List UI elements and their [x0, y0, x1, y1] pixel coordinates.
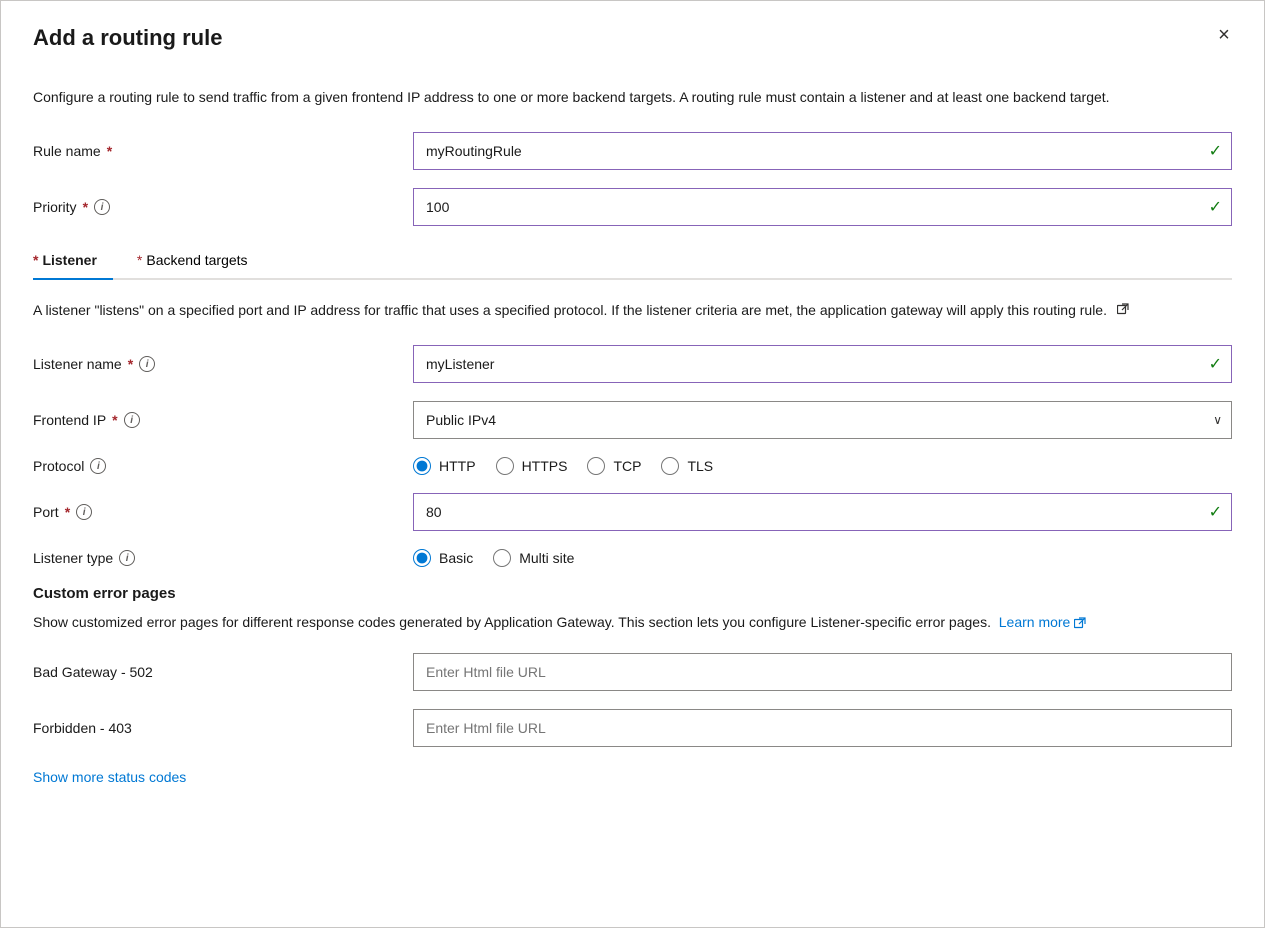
- priority-check-icon: ✓: [1209, 197, 1222, 217]
- port-control: ✓: [413, 493, 1232, 531]
- frontend-ip-info-icon[interactable]: i: [124, 412, 140, 428]
- rule-name-control: ✓: [413, 132, 1232, 170]
- priority-row: Priority * i ✓: [33, 188, 1232, 226]
- listener-ext-link[interactable]: [1115, 303, 1129, 315]
- protocol-tcp[interactable]: TCP: [587, 457, 641, 475]
- show-more-status-codes-link[interactable]: Show more status codes: [33, 769, 186, 785]
- port-row: Port * i ✓: [33, 493, 1232, 531]
- port-input[interactable]: [413, 493, 1232, 531]
- priority-input[interactable]: [413, 188, 1232, 226]
- learn-more-link[interactable]: Learn more: [999, 612, 1087, 633]
- priority-required: *: [83, 199, 88, 215]
- listener-name-label: Listener name * i: [33, 356, 413, 372]
- tab-backend-targets[interactable]: * Backend targets: [137, 244, 264, 278]
- forbidden-input[interactable]: [413, 709, 1232, 747]
- tab-listener[interactable]: * Listener: [33, 244, 113, 278]
- listener-name-check-icon: ✓: [1209, 354, 1222, 374]
- protocol-label: Protocol i: [33, 458, 413, 474]
- priority-label: Priority * i: [33, 199, 413, 215]
- add-routing-rule-dialog: Add a routing rule × Configure a routing…: [0, 0, 1265, 928]
- listener-name-info-icon[interactable]: i: [139, 356, 155, 372]
- bad-gateway-row: Bad Gateway - 502: [33, 653, 1232, 691]
- bad-gateway-label: Bad Gateway - 502: [33, 664, 413, 680]
- port-check-icon: ✓: [1209, 502, 1222, 522]
- rule-name-input[interactable]: [413, 132, 1232, 170]
- priority-text: Priority: [33, 199, 77, 215]
- custom-error-pages-description: Show customized error pages for differen…: [33, 612, 1232, 633]
- frontend-ip-select-wrapper: Public IPv4 Private IPv4 ∨: [413, 401, 1232, 439]
- port-info-icon[interactable]: i: [76, 504, 92, 520]
- tabs-row: * Listener * Backend targets: [33, 244, 1232, 280]
- custom-error-pages-section: Custom error pages Show customized error…: [33, 585, 1232, 787]
- frontend-ip-label: Frontend IP * i: [33, 412, 413, 428]
- protocol-tls[interactable]: TLS: [661, 457, 713, 475]
- rule-name-label: Rule name *: [33, 143, 413, 159]
- protocol-http[interactable]: HTTP: [413, 457, 476, 475]
- listener-type-basic[interactable]: Basic: [413, 549, 473, 567]
- protocol-https[interactable]: HTTPS: [496, 457, 568, 475]
- forbidden-row: Forbidden - 403: [33, 709, 1232, 747]
- dialog-description: Configure a routing rule to send traffic…: [33, 87, 1133, 108]
- listener-name-control: ✓: [413, 345, 1232, 383]
- listener-name-row: Listener name * i ✓: [33, 345, 1232, 383]
- forbidden-label: Forbidden - 403: [33, 720, 413, 736]
- listener-type-info-icon[interactable]: i: [119, 550, 135, 566]
- listener-type-radio-group: Basic Multi site: [413, 549, 1232, 567]
- close-button[interactable]: ×: [1208, 19, 1240, 51]
- listener-type-multisite[interactable]: Multi site: [493, 549, 574, 567]
- frontend-ip-select[interactable]: Public IPv4 Private IPv4: [413, 401, 1232, 439]
- listener-name-input[interactable]: [413, 345, 1232, 383]
- rule-name-check-icon: ✓: [1209, 141, 1222, 161]
- priority-control: ✓: [413, 188, 1232, 226]
- protocol-row: Protocol i HTTP HTTPS TCP TLS: [33, 457, 1232, 475]
- dialog-title: Add a routing rule: [33, 25, 222, 51]
- listener-type-row: Listener type i Basic Multi site: [33, 549, 1232, 567]
- frontend-ip-row: Frontend IP * i Public IPv4 Private IPv4…: [33, 401, 1232, 439]
- rule-name-row: Rule name * ✓: [33, 132, 1232, 170]
- forbidden-control: [413, 709, 1232, 747]
- protocol-radio-group: HTTP HTTPS TCP TLS: [413, 457, 1232, 475]
- rule-name-required: *: [107, 143, 112, 159]
- rule-name-text: Rule name: [33, 143, 101, 159]
- protocol-info-icon[interactable]: i: [90, 458, 106, 474]
- listener-description: A listener "listens" on a specified port…: [33, 300, 1133, 321]
- custom-error-pages-heading: Custom error pages: [33, 585, 1232, 602]
- bad-gateway-control: [413, 653, 1232, 691]
- bad-gateway-input[interactable]: [413, 653, 1232, 691]
- port-label: Port * i: [33, 504, 413, 520]
- listener-type-label: Listener type i: [33, 550, 413, 566]
- priority-info-icon[interactable]: i: [94, 199, 110, 215]
